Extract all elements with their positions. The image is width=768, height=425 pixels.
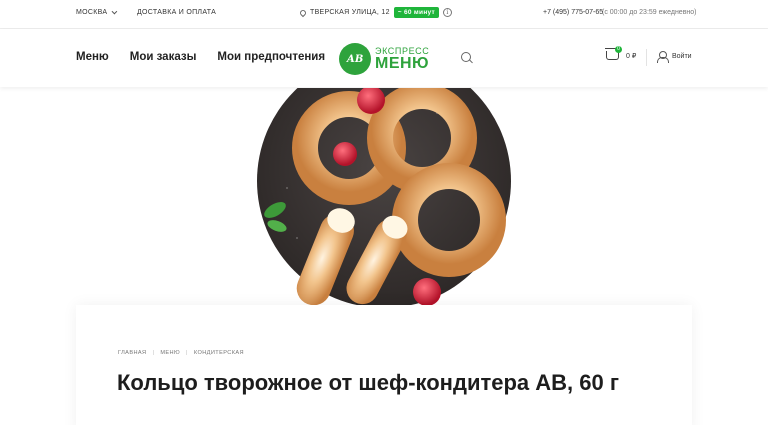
pastry-ring-right [392, 163, 506, 277]
breadcrumb-category[interactable]: КОНДИТЕРСКАЯ [194, 350, 244, 356]
nav-menu[interactable]: Меню [76, 51, 109, 63]
user-icon [657, 51, 669, 63]
info-icon[interactable]: i [443, 8, 453, 17]
working-hours: (с 00:00 до 23:59 ежедневно) [602, 9, 697, 16]
breadcrumb: ГЛАВНАЯ | МЕНЮ | КОНДИТЕРСКАЯ [118, 350, 244, 356]
search-icon[interactable] [461, 52, 471, 62]
city-label: МОСКВА [76, 9, 108, 16]
product-image [257, 88, 511, 308]
breadcrumb-separator: | [186, 350, 188, 356]
logo-mark: АВ [339, 43, 371, 75]
nav-my-orders[interactable]: Мои заказы [130, 51, 197, 63]
location-pin-icon [298, 8, 308, 17]
breadcrumb-home[interactable]: ГЛАВНАЯ [118, 350, 146, 356]
chevron-down-icon [111, 8, 118, 14]
main-nav: Меню Мои заказы Мои предпочтения [76, 51, 325, 63]
nav-my-preferences[interactable]: Мои предпочтения [217, 51, 325, 63]
delivery-link[interactable]: ДОСТАВКА И ОПЛАТА [137, 9, 216, 16]
main-header: Меню Мои заказы Мои предпочтения АВ ЭКСП… [0, 29, 768, 87]
breadcrumb-separator: | [152, 350, 155, 356]
cart-sum: 0 ₽ [626, 52, 637, 60]
delivery-address[interactable]: ТВЕРСКАЯ УЛИЦА, 12 ~ 60 минут i [298, 7, 453, 18]
city-selector[interactable]: МОСКВА [76, 8, 118, 16]
cart-button[interactable]: 0 0 ₽ [605, 46, 637, 60]
site-logo[interactable]: АВ ЭКСПРЕСС МЕНЮ [339, 43, 429, 75]
top-utility-bar: МОСКВА ДОСТАВКА И ОПЛАТА ТВЕРСКАЯ УЛИЦА,… [0, 0, 768, 29]
product-card: ГЛАВНАЯ | МЕНЮ | КОНДИТЕРСКАЯ Кольцо тво… [76, 305, 692, 425]
basket-icon: 0 [605, 46, 622, 60]
address-label: ТВЕРСКАЯ УЛИЦА, 12 [310, 9, 390, 16]
product-title: Кольцо творожное от шеф-кондитера АВ, 60… [117, 370, 620, 395]
breadcrumb-menu[interactable]: МЕНЮ [160, 350, 180, 356]
cart-count-badge: 0 [615, 46, 622, 53]
pastry-illustration [264, 88, 506, 306]
login-button[interactable]: Войти [657, 51, 692, 63]
header-divider [646, 49, 647, 66]
login-label: Войти [672, 53, 692, 60]
logo-text-bottom: МЕНЮ [375, 54, 430, 72]
delivery-time-badge: ~ 60 минут [393, 7, 440, 18]
phone-number[interactable]: +7 (495) 775-07-65 [543, 9, 603, 16]
